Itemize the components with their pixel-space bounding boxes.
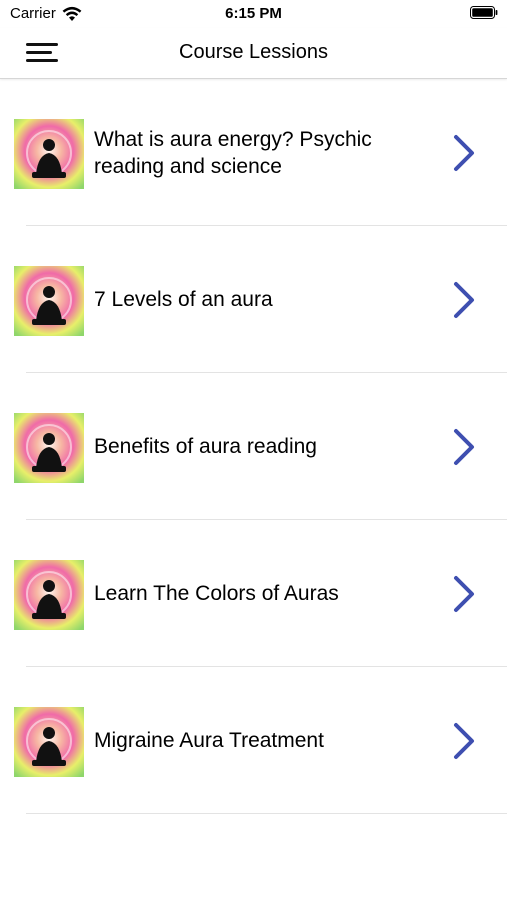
meditation-aura-thumbnail — [14, 266, 84, 336]
meditation-aura-thumbnail — [14, 560, 84, 630]
lesson-row[interactable]: 7 Levels of an aura — [0, 226, 507, 373]
chevron-right-icon[interactable] — [451, 428, 477, 466]
lesson-title-text: Benefits of aura reading — [94, 435, 317, 458]
chevron-right-icon[interactable] — [451, 281, 477, 319]
chevron-right-icon[interactable] — [451, 575, 477, 613]
lesson-title: Learn The Colors of Auras — [94, 520, 427, 667]
lesson-title: What is aura energy? Psychic reading and… — [94, 79, 427, 226]
lesson-row[interactable]: What is aura energy? Psychic reading and… — [0, 79, 507, 226]
status-time: 6:15 PM — [225, 5, 282, 22]
status-bar: Carrier 6:15 PM — [0, 0, 507, 28]
meditation-aura-thumbnail — [14, 707, 84, 777]
chevron-right-icon[interactable] — [451, 722, 477, 760]
lesson-title-text: What is aura energy? Psychic reading and… — [94, 127, 372, 178]
lesson-title-text: Migraine Aura Treatment — [94, 729, 324, 752]
nav-bar: Course Lessions — [0, 28, 507, 79]
lesson-title-text: 7 Levels of an aura — [94, 288, 273, 311]
chevron-right-icon[interactable] — [451, 134, 477, 172]
course-lessons-screen: Carrier 6:15 PM Course Lessions What is … — [0, 0, 507, 900]
lesson-title: 7 Levels of an aura — [94, 226, 427, 373]
battery-icon — [470, 6, 498, 19]
lesson-row[interactable]: Benefits of aura reading — [0, 373, 507, 520]
lesson-row[interactable]: Learn The Colors of Auras — [0, 520, 507, 667]
meditation-aura-thumbnail — [14, 413, 84, 483]
lesson-title-text: Learn The Colors of Auras — [94, 582, 339, 605]
page-title: Course Lessions — [179, 41, 328, 63]
meditation-aura-thumbnail — [14, 119, 84, 189]
lesson-list: What is aura energy? Psychic reading and… — [0, 79, 507, 814]
lesson-row[interactable]: Migraine Aura Treatment — [0, 667, 507, 814]
lesson-title: Benefits of aura reading — [94, 373, 427, 520]
row-separator — [26, 813, 507, 814]
lesson-title: Migraine Aura Treatment — [94, 667, 427, 814]
